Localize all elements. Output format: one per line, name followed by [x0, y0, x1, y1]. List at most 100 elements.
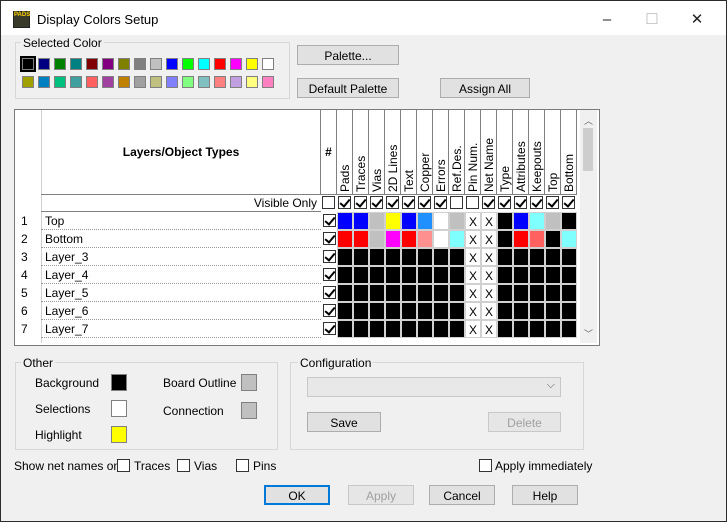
color-cell[interactable]: [497, 248, 513, 266]
color-cell[interactable]: [353, 266, 369, 284]
color-cell[interactable]: [513, 266, 529, 284]
color-cell[interactable]: [401, 284, 417, 302]
color-cell[interactable]: [385, 212, 401, 230]
scroll-down-icon[interactable]: ﹀: [584, 327, 593, 340]
palette-swatch[interactable]: [230, 76, 242, 88]
color-cell[interactable]: [337, 320, 353, 338]
color-cell[interactable]: [337, 266, 353, 284]
palette-button[interactable]: Palette...: [297, 45, 399, 65]
layer-visible-checkbox[interactable]: [323, 268, 336, 281]
color-cell[interactable]: [433, 302, 449, 320]
visible-only-checkbox[interactable]: [450, 196, 463, 209]
color-cell[interactable]: [369, 230, 385, 248]
scroll-up-icon[interactable]: ︿: [584, 114, 593, 127]
help-button[interactable]: Help: [512, 485, 578, 505]
color-cell[interactable]: [561, 230, 577, 248]
color-cell[interactable]: [369, 302, 385, 320]
palette-swatch[interactable]: [166, 76, 178, 88]
column-header[interactable]: Text: [401, 110, 417, 195]
color-cell[interactable]: [529, 266, 545, 284]
layer-visible-checkbox[interactable]: [323, 286, 336, 299]
column-header[interactable]: Keepouts: [529, 110, 545, 195]
vias-checkbox[interactable]: [177, 459, 190, 472]
visible-only-checkbox[interactable]: [514, 196, 527, 209]
palette-swatch[interactable]: [86, 76, 98, 88]
layer-visible-checkbox[interactable]: [323, 304, 336, 317]
color-cell[interactable]: [545, 266, 561, 284]
cancel-button[interactable]: Cancel: [429, 485, 495, 505]
palette-swatch[interactable]: [230, 58, 242, 70]
color-cell[interactable]: [337, 248, 353, 266]
color-cell[interactable]: [561, 302, 577, 320]
visible-only-checkbox[interactable]: [530, 196, 543, 209]
column-header[interactable]: Pin Num.: [465, 110, 481, 195]
selections-swatch[interactable]: [111, 400, 127, 417]
color-cell[interactable]: [561, 266, 577, 284]
color-cell[interactable]: [561, 248, 577, 266]
column-header[interactable]: Pads: [337, 110, 353, 195]
color-cell[interactable]: [417, 230, 433, 248]
traces-checkbox[interactable]: [117, 459, 130, 472]
visible-only-checkbox[interactable]: [434, 196, 447, 209]
column-header[interactable]: Ref.Des.: [449, 110, 465, 195]
color-cell[interactable]: [449, 248, 465, 266]
close-icon[interactable]: ✕: [674, 7, 720, 33]
save-button[interactable]: Save: [307, 412, 381, 432]
color-cell[interactable]: [353, 230, 369, 248]
color-cell[interactable]: [513, 212, 529, 230]
color-cell[interactable]: [545, 302, 561, 320]
color-cell[interactable]: [513, 284, 529, 302]
color-cell[interactable]: [385, 266, 401, 284]
column-header[interactable]: Type: [497, 110, 513, 195]
palette-swatch[interactable]: [262, 76, 274, 88]
assign-all-button[interactable]: Assign All: [440, 78, 530, 98]
color-cell[interactable]: [401, 266, 417, 284]
palette-swatch[interactable]: [22, 76, 34, 88]
layer-name[interactable]: Layer_7: [41, 320, 321, 338]
visible-only-checkbox[interactable]: [482, 196, 495, 209]
color-cell[interactable]: [449, 302, 465, 320]
color-cell[interactable]: [385, 302, 401, 320]
color-cell[interactable]: [513, 320, 529, 338]
color-cell[interactable]: [385, 230, 401, 248]
color-cell[interactable]: [449, 320, 465, 338]
color-cell[interactable]: [449, 212, 465, 230]
color-cell[interactable]: [369, 284, 385, 302]
color-cell[interactable]: [433, 212, 449, 230]
board-outline-swatch[interactable]: [241, 374, 257, 391]
connection-swatch[interactable]: [241, 402, 257, 419]
color-cell[interactable]: [529, 284, 545, 302]
palette-swatch[interactable]: [38, 76, 50, 88]
palette-swatch[interactable]: [118, 76, 130, 88]
visible-only-checkbox[interactable]: [402, 196, 415, 209]
apply-immediately-checkbox[interactable]: [479, 459, 492, 472]
color-cell[interactable]: [385, 248, 401, 266]
color-cell[interactable]: [433, 248, 449, 266]
palette-swatch[interactable]: [150, 76, 162, 88]
color-cell[interactable]: [401, 302, 417, 320]
pins-checkbox[interactable]: [236, 459, 249, 472]
palette-swatch[interactable]: [70, 58, 82, 70]
configuration-select[interactable]: ⌵: [307, 377, 561, 397]
color-cell[interactable]: [561, 320, 577, 338]
color-cell[interactable]: [529, 302, 545, 320]
palette-swatch[interactable]: [86, 58, 98, 70]
color-cell[interactable]: [497, 230, 513, 248]
color-cell[interactable]: [449, 230, 465, 248]
color-cell[interactable]: [353, 212, 369, 230]
visible-only-checkbox[interactable]: [370, 196, 383, 209]
color-cell[interactable]: [401, 230, 417, 248]
color-cell[interactable]: [497, 320, 513, 338]
scroll-thumb[interactable]: [583, 128, 593, 171]
color-cell[interactable]: [337, 302, 353, 320]
palette-swatch[interactable]: [214, 76, 226, 88]
color-cell[interactable]: [353, 302, 369, 320]
color-cell[interactable]: [417, 284, 433, 302]
color-cell[interactable]: [417, 212, 433, 230]
visible-only-checkbox[interactable]: [418, 196, 431, 209]
visible-only-checkbox[interactable]: [322, 196, 335, 209]
color-cell[interactable]: [369, 212, 385, 230]
color-cell[interactable]: [433, 284, 449, 302]
color-cell[interactable]: [417, 320, 433, 338]
color-cell[interactable]: [497, 266, 513, 284]
